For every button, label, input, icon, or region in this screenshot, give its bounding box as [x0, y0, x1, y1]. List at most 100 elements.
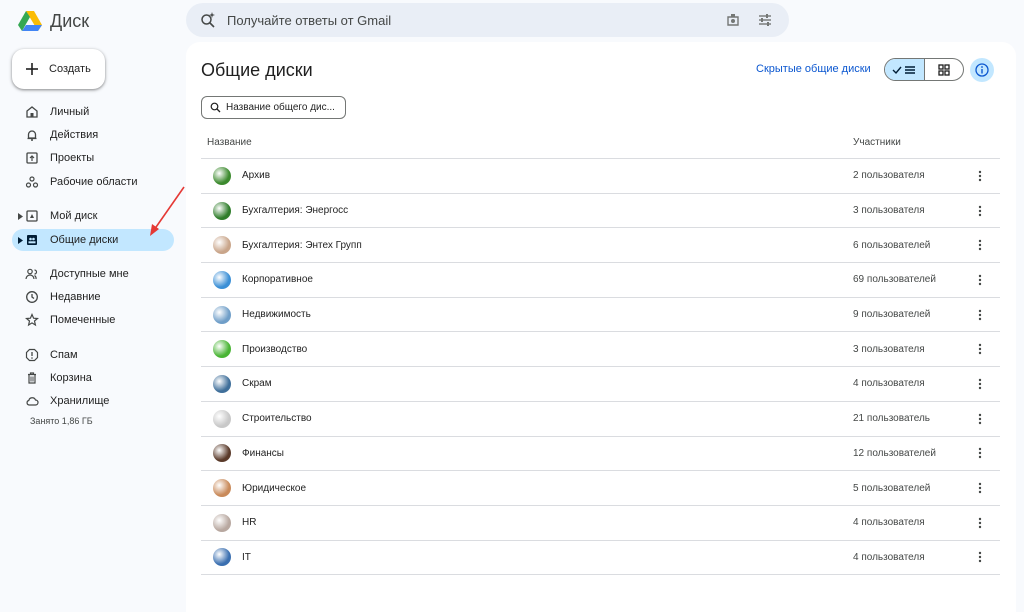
- shared-drives-icon: [27, 235, 37, 245]
- shared-drives-list: Архив 2 пользователя Бухгалтерия: Энергосс…: [201, 159, 1000, 576]
- bell-icon: [27, 130, 37, 141]
- table-row[interactable]: Производство 3 пользователя: [201, 332, 1000, 368]
- shared-drive-name: Строительство: [242, 413, 312, 425]
- page-title: Общие диски: [201, 60, 313, 80]
- shared-with-me-icon: [25, 268, 38, 280]
- table-row[interactable]: Бухгалтерия: Энергосс 3 пользователя: [201, 194, 1000, 229]
- sidebar-item-shared-with-me[interactable]: Доступные мне: [12, 263, 174, 285]
- info-button[interactable]: [970, 58, 994, 82]
- sidebar-item-spam[interactable]: Спам: [12, 344, 174, 366]
- sidebar-item-my-drive[interactable]: Мой диск: [12, 205, 174, 227]
- column-header-name[interactable]: Название: [207, 137, 252, 148]
- sidebar-item-starred[interactable]: Помеченные: [12, 309, 174, 331]
- sidebar-item-workspaces[interactable]: Рабочие области: [12, 171, 174, 193]
- more-options-icon[interactable]: [974, 446, 986, 460]
- members-count: 5 пользователей: [853, 482, 931, 494]
- create-button[interactable]: Создать: [12, 49, 105, 89]
- more-options-icon[interactable]: [974, 308, 986, 322]
- table-row[interactable]: Юридическое 5 пользователей: [201, 471, 1000, 506]
- sparkle-tag-icon[interactable]: [725, 12, 741, 28]
- sidebar-item-label: Проекты: [50, 152, 95, 164]
- trash-icon: [28, 372, 36, 384]
- table-row[interactable]: Скрам 4 пользователя: [201, 367, 1000, 402]
- shared-drive-name-filter[interactable]: Название общего дис...: [201, 96, 346, 119]
- members-count: 4 пользователя: [853, 378, 925, 390]
- members-count: 6 пользователей: [853, 239, 931, 251]
- column-header-members: Участники: [853, 137, 901, 148]
- hidden-shared-drives-link[interactable]: Скрытые общие диски: [756, 63, 871, 75]
- table-row[interactable]: HR 4 пользователя: [201, 506, 1000, 541]
- shared-drive-avatar: [213, 236, 231, 255]
- clock-icon: [26, 291, 38, 303]
- more-options-icon[interactable]: [974, 342, 986, 356]
- shared-drive-avatar: [213, 513, 231, 532]
- shared-drive-avatar: [213, 444, 231, 463]
- sidebar-item-storage[interactable]: Хранилище: [12, 390, 174, 412]
- more-options-icon[interactable]: [974, 412, 986, 426]
- shared-drive-avatar: [213, 548, 231, 567]
- shared-drive-name: HR: [242, 517, 257, 529]
- filter-options-icon[interactable]: [757, 12, 773, 28]
- more-options-icon[interactable]: [974, 273, 986, 287]
- expand-caret-icon[interactable]: [18, 212, 23, 220]
- sidebar-item-label: Доступные мне: [50, 268, 129, 280]
- sidebar-item-label: Рабочие области: [50, 176, 138, 188]
- expand-caret-icon[interactable]: [18, 236, 23, 244]
- more-options-icon[interactable]: [974, 516, 986, 530]
- shared-drive-name: Скрам: [242, 378, 272, 390]
- shared-drive-avatar: [213, 340, 231, 359]
- table-row[interactable]: Архив 2 пользователя: [201, 159, 1000, 194]
- sidebar-item-projects[interactable]: Проекты: [12, 147, 174, 169]
- spam-icon: [25, 348, 39, 362]
- sidebar-item-label: Мой диск: [50, 210, 98, 222]
- members-count: 2 пользователя: [853, 170, 925, 182]
- table-row[interactable]: IT 4 пользователя: [201, 541, 1000, 576]
- sidebar-item-recent[interactable]: Недавние: [12, 286, 174, 308]
- grid-view-button[interactable]: [925, 59, 964, 80]
- shared-drive-name: Бухгалтерия: Энтех Групп: [242, 239, 362, 251]
- table-row[interactable]: Бухгалтерия: Энтех Групп 6 пользователей: [201, 228, 1000, 264]
- sidebar-item-trash[interactable]: Корзина: [12, 367, 174, 389]
- table-row[interactable]: Недвижимость 9 пользователей: [201, 298, 1000, 333]
- create-button-label: Создать: [49, 63, 91, 75]
- sidebar-item-label: Хранилище: [50, 395, 110, 407]
- list-view-button[interactable]: [885, 59, 925, 80]
- drive-logo-icon: [18, 11, 42, 31]
- shared-drive-avatar: [213, 305, 231, 324]
- more-options-icon[interactable]: [974, 238, 986, 252]
- members-count: 69 пользователей: [853, 274, 936, 286]
- table-row[interactable]: Финансы 12 пользователей: [201, 437, 1000, 472]
- app-title: Диск: [50, 11, 90, 31]
- more-options-icon[interactable]: [974, 550, 986, 564]
- members-count: 12 пользователей: [853, 447, 936, 459]
- search-input[interactable]: Получайте ответы от Gmail: [227, 13, 725, 28]
- shared-drive-name: IT: [242, 551, 251, 563]
- members-count: 21 пользователь: [853, 413, 931, 425]
- star-icon: [25, 313, 39, 327]
- sidebar-item-activity[interactable]: Действия: [12, 124, 174, 146]
- shared-drive-avatar: [213, 479, 231, 498]
- main-panel: Общие диски Скрытые общие диски Название…: [186, 42, 1016, 612]
- sidebar-item-label: Личный: [50, 106, 90, 118]
- more-options-icon[interactable]: [974, 481, 986, 495]
- view-toggle[interactable]: [884, 58, 964, 81]
- search-bar[interactable]: Получайте ответы от Gmail: [186, 3, 789, 37]
- sidebar-item-label: Корзина: [50, 372, 92, 384]
- table-row[interactable]: Строительство 21 пользователь: [201, 402, 1000, 437]
- table-row[interactable]: Корпоративное 69 пользователей: [201, 263, 1000, 298]
- shared-drive-name: Юридическое: [242, 482, 307, 494]
- sidebar-item-label: Недавние: [50, 291, 101, 303]
- shared-drive-avatar: [213, 201, 231, 220]
- sidebar-item-personal[interactable]: Личный: [12, 101, 174, 123]
- project-icon: [26, 152, 38, 164]
- sidebar-item-shared-drives[interactable]: Общие диски: [12, 229, 174, 251]
- filter-input[interactable]: Название общего дис...: [226, 102, 335, 113]
- more-options-icon[interactable]: [974, 377, 986, 391]
- my-drive-icon: [26, 210, 38, 222]
- shared-drive-name: Архив: [242, 170, 271, 182]
- cloud-icon: [26, 397, 39, 406]
- more-options-icon[interactable]: [974, 169, 986, 183]
- home-icon: [26, 106, 38, 118]
- more-options-icon[interactable]: [974, 204, 986, 218]
- members-count: 4 пользователя: [853, 551, 925, 563]
